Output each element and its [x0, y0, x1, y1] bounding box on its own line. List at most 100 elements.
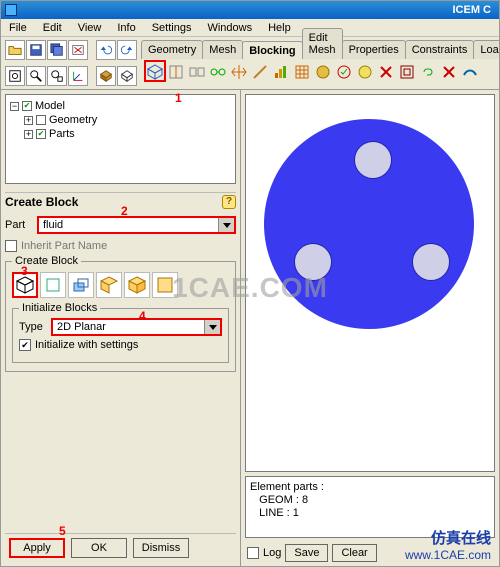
split-icon[interactable] [166, 62, 186, 82]
message-log[interactable]: Element parts : GEOM : 8 LINE : 1 [245, 476, 495, 538]
clear-log-button[interactable]: Clear [332, 544, 376, 562]
expand-icon[interactable]: − [10, 102, 19, 111]
type-label: Type [19, 321, 47, 333]
create-block-panel: Create Block ? 2 Part fluid Inherit Part… [1, 188, 240, 566]
help-icon[interactable]: ? [222, 195, 236, 209]
create-block-icon[interactable] [145, 62, 165, 82]
tree-root[interactable]: − Model [10, 99, 231, 113]
initialize-blocks-group: Initialize Blocks 4 Type 2D Planar Initi… [12, 308, 229, 363]
part-combo[interactable]: fluid [37, 216, 236, 234]
part-label: Part [5, 219, 33, 231]
menu-windows[interactable]: Windows [199, 19, 260, 36]
inherit-checkbox[interactable] [5, 240, 17, 252]
type-combo[interactable]: 2D Planar [51, 318, 222, 336]
tree-item-geometry[interactable]: + Geometry [10, 113, 231, 127]
expand-icon[interactable]: + [24, 130, 33, 139]
toolbar-main-1 [1, 37, 141, 63]
save-icon[interactable] [26, 40, 46, 60]
associate-icon[interactable] [208, 62, 228, 82]
quality-icon[interactable] [271, 62, 291, 82]
open-icon[interactable] [5, 40, 25, 60]
save-log-button[interactable]: Save [285, 544, 328, 562]
from-vertices-icon[interactable] [40, 272, 66, 298]
toolbar-blocking [141, 59, 500, 85]
status-line: LINE : 1 [250, 507, 490, 520]
delete-icon[interactable] [376, 62, 396, 82]
graphics-viewport[interactable] [245, 94, 495, 472]
status-line: Element parts : [250, 481, 490, 494]
part-value: fluid [43, 219, 63, 231]
log-checkbox[interactable] [247, 547, 259, 559]
output-icon[interactable] [355, 62, 375, 82]
render-icon[interactable] [96, 66, 116, 86]
type-value: 2D Planar [57, 321, 106, 333]
2d-to-3d-icon[interactable] [96, 272, 122, 298]
menubar: File Edit View Info Settings Windows Hel… [1, 19, 499, 37]
pan-icon[interactable] [47, 66, 67, 86]
tab-mesh[interactable]: Mesh [202, 40, 243, 59]
edge-icon[interactable] [250, 62, 270, 82]
tab-properties[interactable]: Properties [342, 40, 406, 59]
convert-icon[interactable] [313, 62, 333, 82]
move-icon[interactable] [229, 62, 249, 82]
tab-strip: Geometry Mesh Blocking Edit Mesh Propert… [141, 37, 500, 59]
dismiss-button[interactable]: Dismiss [133, 538, 189, 558]
type-row: Type 2D Planar [19, 318, 222, 336]
tab-editmesh[interactable]: Edit Mesh [302, 28, 343, 59]
menu-settings[interactable]: Settings [144, 19, 200, 36]
status-line: GEOM : 8 [250, 494, 490, 507]
ok-button[interactable]: OK [71, 538, 127, 558]
chevron-down-icon[interactable] [218, 218, 234, 232]
log-label: Log [263, 547, 281, 559]
link-icon[interactable] [418, 62, 438, 82]
merge-icon[interactable] [187, 62, 207, 82]
smooth-icon[interactable] [460, 62, 480, 82]
init-settings-checkbox[interactable] [19, 339, 31, 351]
tree-checkbox[interactable] [36, 115, 46, 125]
fit-icon[interactable] [5, 66, 25, 86]
extrude-icon[interactable] [68, 272, 94, 298]
main-area: − Model + Geometry + Parts Crea [1, 90, 499, 566]
ogrid-icon[interactable] [397, 62, 417, 82]
zoom-icon[interactable] [26, 66, 46, 86]
check-icon[interactable] [334, 62, 354, 82]
geometry-hole [354, 141, 392, 179]
saveall-icon[interactable] [47, 40, 67, 60]
chevron-down-icon[interactable] [204, 320, 220, 334]
panel-buttons: Apply OK Dismiss [5, 533, 236, 562]
app-window: ICEM C File Edit View Info Settings Wind… [0, 0, 500, 567]
tab-blocking[interactable]: Blocking [242, 41, 302, 60]
menu-file[interactable]: File [1, 19, 35, 36]
close-icon[interactable] [68, 40, 88, 60]
axis-icon[interactable] [68, 66, 88, 86]
premesh-icon[interactable] [292, 62, 312, 82]
tab-geometry[interactable]: Geometry [141, 40, 203, 59]
init-block-icon[interactable] [12, 272, 38, 298]
tree-item-label: Parts [49, 127, 75, 141]
wire-icon[interactable] [117, 66, 137, 86]
apply-button[interactable]: Apply [9, 538, 65, 558]
menu-info[interactable]: Info [109, 19, 143, 36]
menu-help[interactable]: Help [260, 19, 299, 36]
menu-edit[interactable]: Edit [35, 19, 70, 36]
tab-constraints[interactable]: Constraints [405, 40, 475, 59]
menu-view[interactable]: View [70, 19, 110, 36]
2d-multizone-icon[interactable] [152, 272, 178, 298]
xform-icon[interactable] [439, 62, 459, 82]
expand-icon[interactable]: + [24, 116, 33, 125]
app-title: ICEM C [23, 4, 495, 16]
model-tree[interactable]: − Model + Geometry + Parts [5, 94, 236, 184]
tree-checkbox[interactable] [36, 129, 46, 139]
tree-item-parts[interactable]: + Parts [10, 127, 231, 141]
3d-multizone-icon[interactable] [124, 272, 150, 298]
tab-loads[interactable]: Loads [473, 40, 500, 59]
app-icon [5, 4, 17, 16]
redo-icon[interactable] [117, 40, 137, 60]
left-column: − Model + Geometry + Parts Crea [1, 90, 241, 566]
undo-icon[interactable] [96, 40, 116, 60]
part-row: Part fluid [5, 216, 236, 234]
tree-checkbox[interactable] [22, 101, 32, 111]
group-legend: Create Block [12, 255, 81, 267]
geometry-hole [412, 243, 450, 281]
log-bar: Log Save Clear [241, 540, 499, 566]
